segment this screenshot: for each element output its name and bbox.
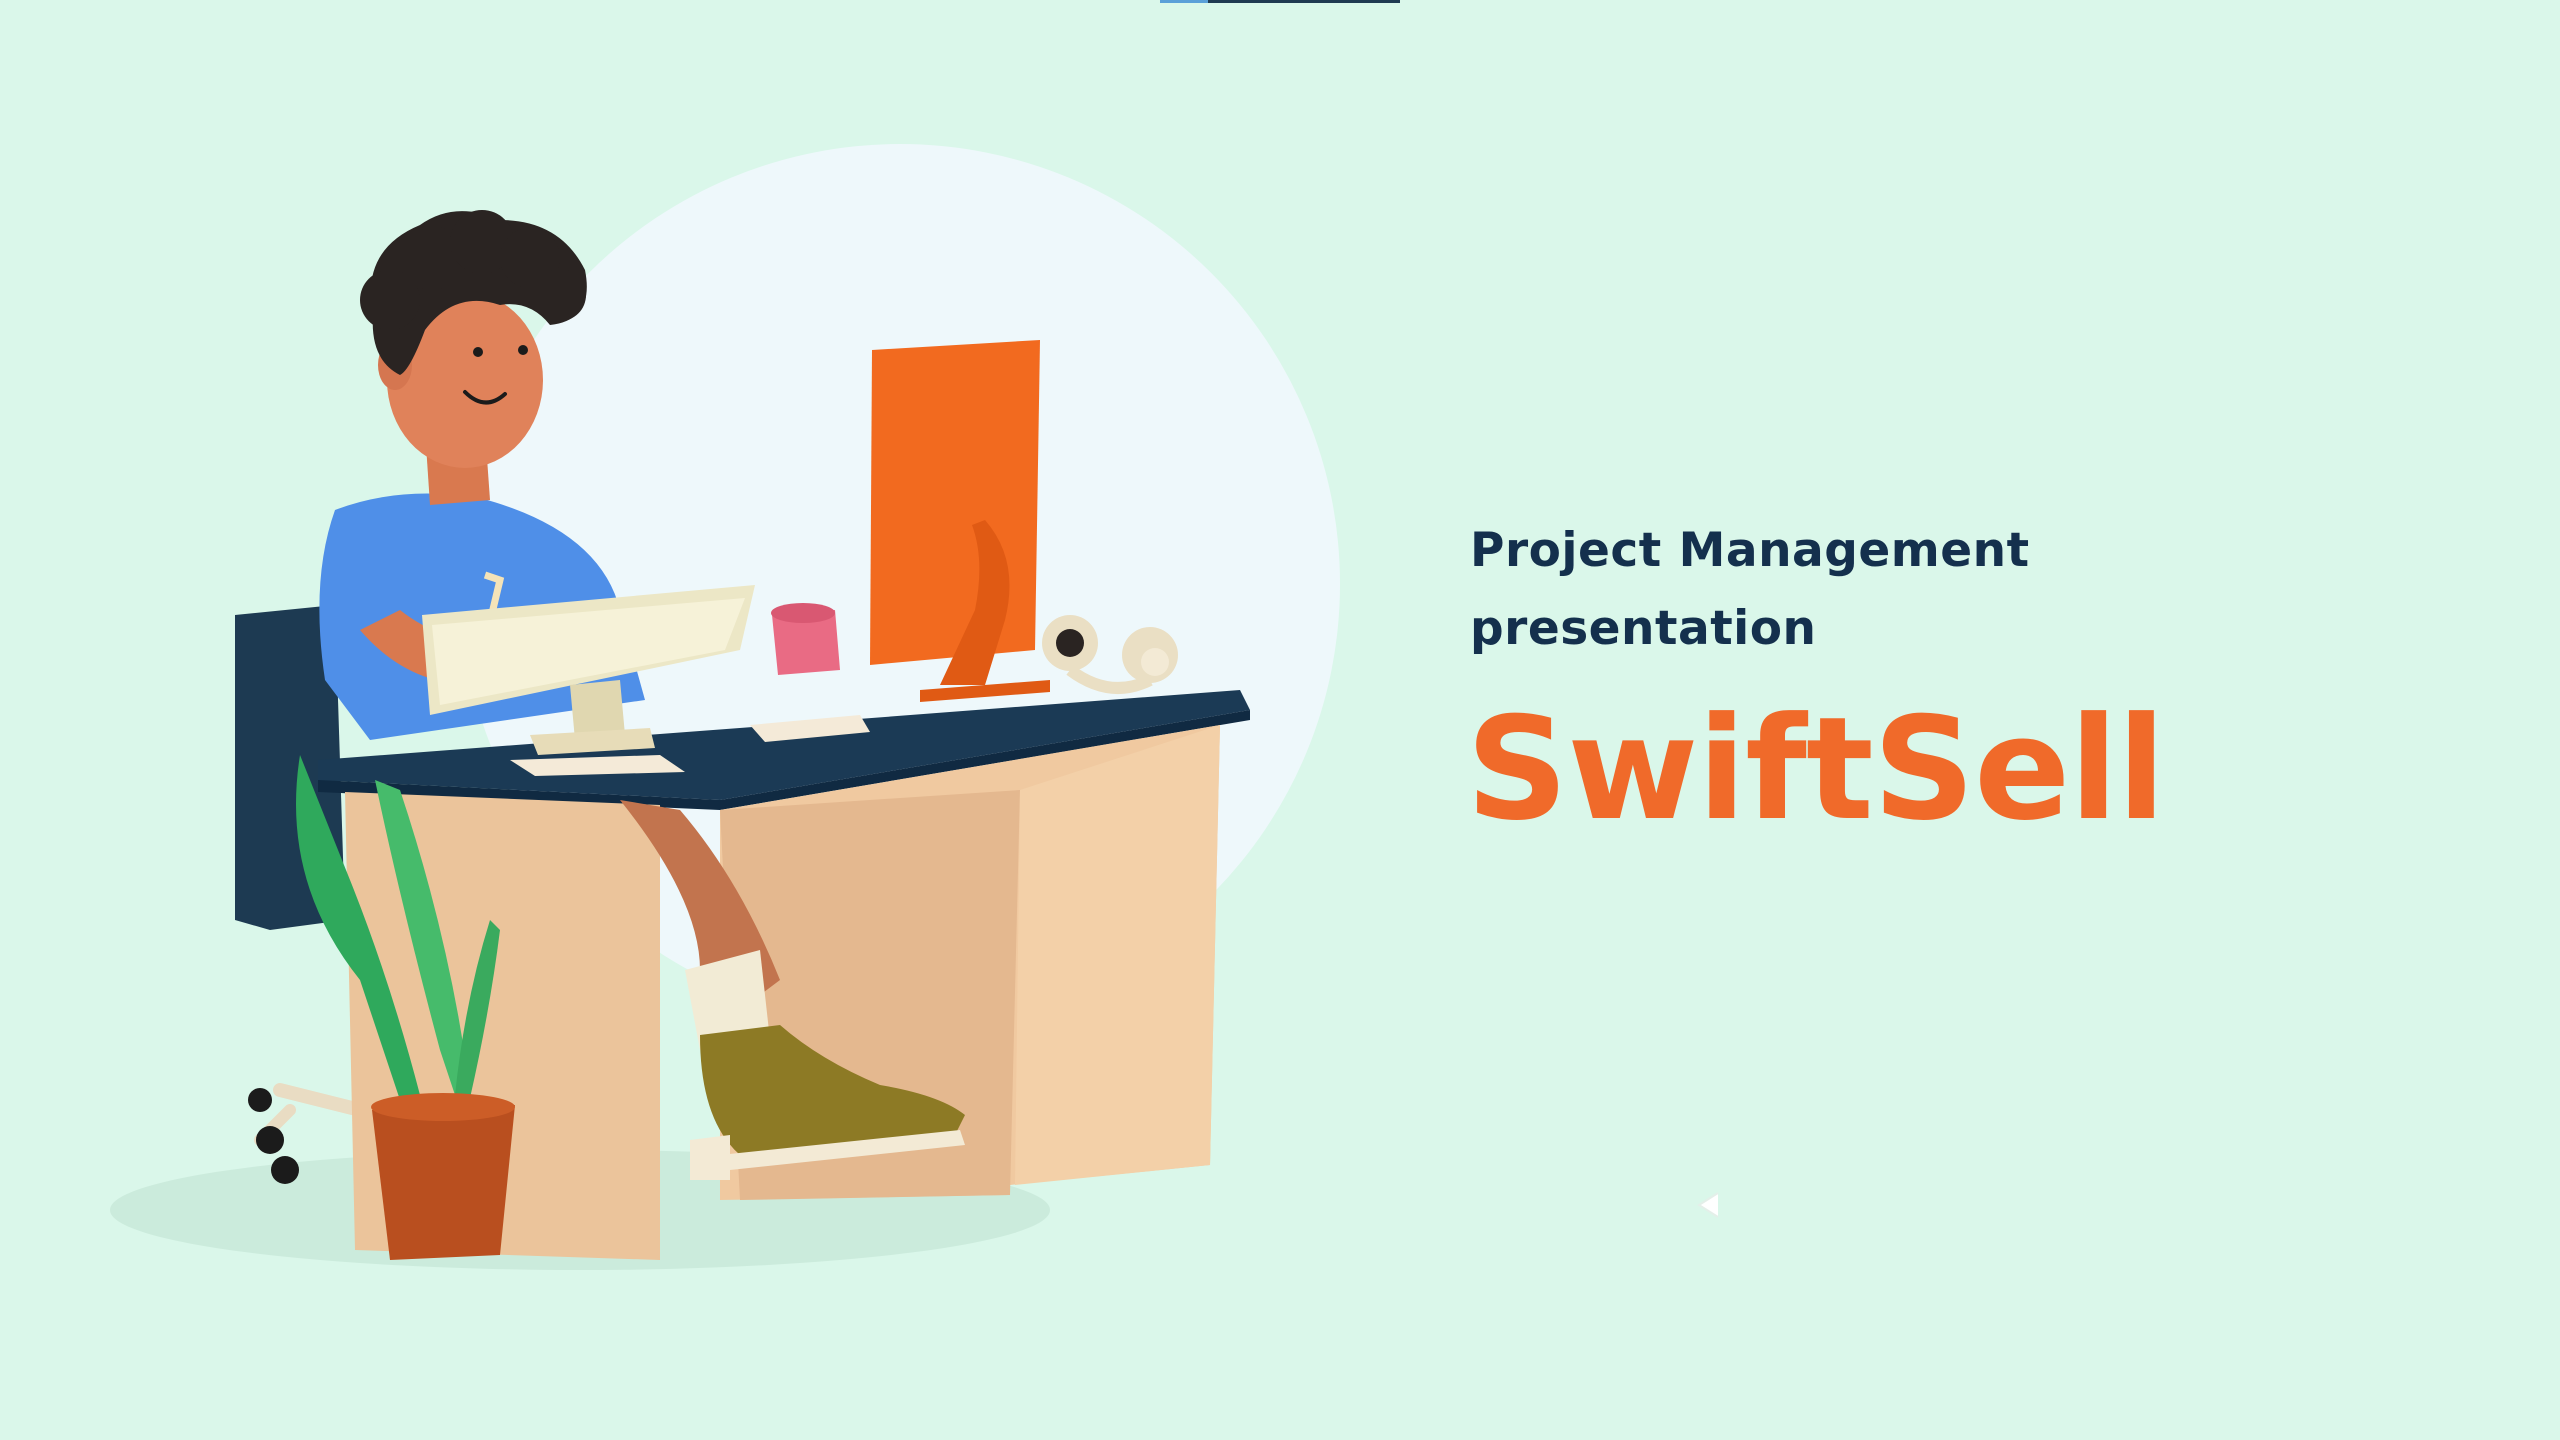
subtitle-line-2: presentation <box>1470 601 1817 656</box>
presentation-title: SwiftSell <box>1466 687 2166 852</box>
presentation-subtitle: Project Management presentation <box>1470 512 2170 668</box>
person-at-desk-illustration <box>110 210 1250 1270</box>
previous-arrow-icon[interactable] <box>1696 1190 1720 1220</box>
presentation-slide: Project Management presentation SwiftSel… <box>0 0 2560 1440</box>
slide-progress-fill <box>1160 0 1208 3</box>
slide-progress-bar <box>1160 0 1400 3</box>
subtitle-line-1: Project Management <box>1470 523 2030 578</box>
